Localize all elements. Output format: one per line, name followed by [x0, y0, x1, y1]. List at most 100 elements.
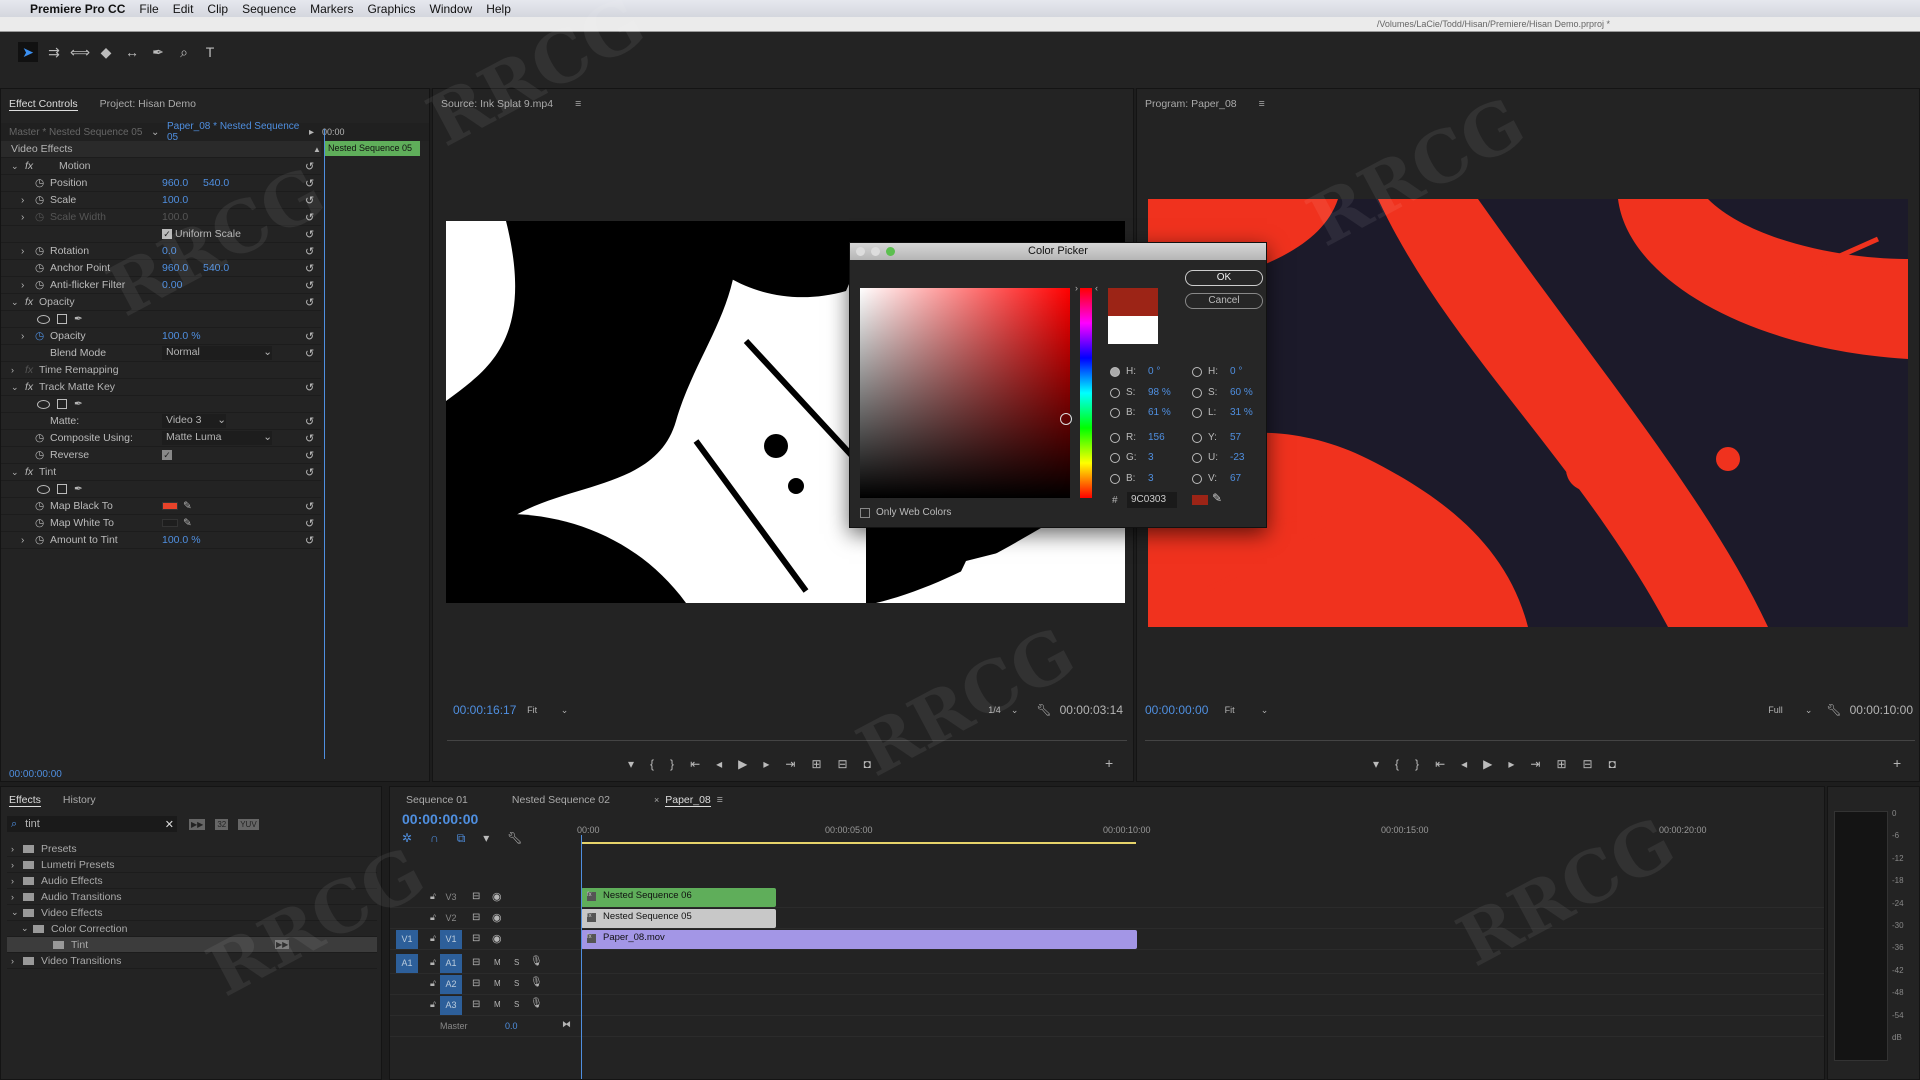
wrench-icon[interactable]: 🔧︎	[1826, 703, 1841, 717]
reset-icon[interactable]: ↺	[305, 296, 314, 309]
reset-icon[interactable]: ↺	[305, 347, 314, 360]
razor-tool-icon[interactable]: ◆	[96, 42, 116, 62]
accelerated-effects-filter-icon[interactable]: ▶▶	[189, 818, 206, 830]
chevron-down-icon[interactable]: ⌄	[11, 907, 19, 918]
fx-badge-icon[interactable]: fx	[25, 160, 33, 172]
color-channel-value[interactable]: 3	[1148, 473, 1154, 484]
color-mode-radio[interactable]	[1110, 473, 1120, 484]
color-channel-value[interactable]: 0 °	[1148, 366, 1160, 377]
mark-in-icon[interactable]: {	[650, 757, 654, 771]
hue-slider-arrow-icon[interactable]: ›	[1075, 283, 1078, 293]
chevron-right-icon[interactable]: ›	[11, 956, 14, 966]
color-channel-value[interactable]: 31 %	[1230, 407, 1253, 418]
reset-icon[interactable]: ↺	[305, 177, 314, 190]
effects-tree-item[interactable]: › Lumetri Presets	[7, 857, 377, 873]
go-to-end-icon[interactable]: ⧓	[562, 1019, 571, 1030]
play-triangle-icon[interactable]: ▸	[309, 127, 314, 138]
ec-playhead[interactable]	[324, 129, 325, 759]
collapse-icon[interactable]: ▲	[313, 145, 321, 154]
color-cursor[interactable]	[1060, 413, 1072, 425]
expand-chevron-icon[interactable]: ›	[21, 331, 24, 342]
color-mode-radio[interactable]	[1192, 407, 1202, 418]
ok-button[interactable]: OK	[1185, 270, 1263, 286]
reset-icon[interactable]: ↺	[305, 381, 314, 394]
chevron-down-icon[interactable]: ⌄	[21, 923, 29, 934]
expand-chevron-icon[interactable]: ›	[11, 365, 14, 375]
sync-lock-icon[interactable]: ⊟	[472, 933, 480, 944]
mute-button[interactable]: M	[494, 979, 501, 988]
property-dropdown[interactable]: Normal ⌄	[162, 346, 272, 360]
track-target-v2[interactable]: V2	[440, 909, 462, 928]
color-swatch[interactable]	[162, 502, 178, 510]
reset-icon[interactable]: ↺	[305, 466, 314, 479]
eyedropper-icon[interactable]: ✎	[183, 517, 192, 529]
rectangle-mask-icon[interactable]	[57, 484, 67, 494]
hex-input[interactable]: 9C0303	[1127, 492, 1177, 508]
reset-icon[interactable]: ↺	[305, 500, 314, 513]
reset-icon[interactable]: ↺	[305, 262, 314, 275]
expand-chevron-icon[interactable]: ›	[21, 246, 24, 257]
source-fit-select[interactable]: Fit	[527, 705, 561, 715]
go-to-in-icon[interactable]: ⇤	[1435, 757, 1445, 771]
stopwatch-icon[interactable]: ◷	[35, 432, 44, 444]
app-name[interactable]: Premiere Pro CC	[30, 2, 125, 16]
color-channel-value[interactable]: 98 %	[1148, 387, 1171, 398]
mark-in-icon[interactable]: {	[1395, 757, 1399, 771]
stopwatch-icon[interactable]: ◷	[35, 449, 44, 461]
menu-help[interactable]: Help	[486, 2, 511, 16]
marker-icon[interactable]: ▾	[628, 757, 634, 771]
tab-effect-controls[interactable]: Effect Controls	[9, 98, 78, 111]
cancel-button[interactable]: Cancel	[1185, 293, 1263, 309]
clip-selector[interactable]: Paper_08 * Nested Sequence 05	[161, 121, 309, 143]
property-dropdown[interactable]: Matte Luma ⌄	[162, 431, 272, 445]
selection-tool-icon[interactable]: ➤	[18, 42, 38, 62]
property-value[interactable]: 0.00	[162, 279, 182, 291]
tab-history[interactable]: History	[63, 794, 96, 806]
property-value-y[interactable]: 540.0	[203, 177, 229, 189]
eye-icon[interactable]: ◉	[492, 911, 502, 924]
type-tool-icon[interactable]: T	[200, 42, 220, 62]
expand-chevron-icon[interactable]: ⌄	[11, 467, 19, 478]
menu-icon[interactable]: ≡	[717, 794, 723, 806]
stopwatch-icon[interactable]: ◷	[35, 245, 44, 257]
reset-icon[interactable]: ↺	[305, 330, 314, 343]
mark-out-icon[interactable]: }	[1415, 757, 1419, 771]
menu-markers[interactable]: Markers	[310, 2, 353, 16]
stopwatch-icon[interactable]: ◷	[35, 330, 44, 342]
property-value-y[interactable]: 540.0	[203, 262, 229, 274]
fx-badge-icon[interactable]: fx	[25, 296, 33, 308]
play-icon[interactable]: ▶	[738, 757, 747, 771]
property-dropdown[interactable]: Video 3 ⌄	[162, 414, 226, 428]
time-ruler[interactable]: 00:00 00:00:05:00 00:00:10:00 00:00:15:00 00…	[390, 817, 1824, 845]
tab-project[interactable]: Project: Hisan Demo	[100, 98, 196, 110]
color-channel-value[interactable]: 156	[1148, 432, 1165, 443]
microphone-icon[interactable]: 🎙︎	[530, 977, 543, 988]
eye-icon[interactable]: ◉	[492, 890, 502, 903]
camera-icon[interactable]: ◘	[1609, 757, 1616, 771]
wrench-icon[interactable]: 🔧︎	[1036, 703, 1051, 717]
lock-icon[interactable]: 🔓︎	[430, 912, 436, 923]
ec-clip-bar[interactable]: Nested Sequence 05	[324, 141, 420, 156]
timeline-playhead[interactable]	[581, 835, 582, 1079]
lift-icon[interactable]: ⊞	[1556, 757, 1566, 771]
stopwatch-icon[interactable]: ◷	[35, 500, 44, 512]
color-field[interactable]	[860, 288, 1072, 498]
mute-button[interactable]: M	[494, 1000, 501, 1009]
zoom-window-button[interactable]	[886, 247, 895, 256]
expand-chevron-icon[interactable]: ⌄	[11, 161, 19, 172]
go-to-in-icon[interactable]: ⇤	[690, 757, 700, 771]
source-patch-v1[interactable]: V1	[396, 930, 418, 949]
expand-chevron-icon[interactable]: ›	[21, 535, 24, 546]
effects-tree-item[interactable]: › Presets	[7, 841, 377, 857]
stopwatch-icon[interactable]: ◷	[35, 534, 44, 546]
mark-out-icon[interactable]: }	[670, 757, 674, 771]
step-back-icon[interactable]: ◂	[716, 757, 722, 771]
expand-chevron-icon[interactable]: ›	[21, 280, 24, 291]
property-value[interactable]: 960.0	[162, 262, 188, 274]
32bit-filter-icon[interactable]: 32	[215, 818, 229, 830]
sync-lock-icon[interactable]: ⊟	[472, 957, 480, 968]
stopwatch-icon[interactable]: ◷	[35, 517, 44, 529]
expand-chevron-icon[interactable]: ⌄	[11, 297, 19, 308]
minimize-window-button[interactable]	[871, 247, 880, 256]
source-scrubber[interactable]	[447, 729, 1127, 741]
